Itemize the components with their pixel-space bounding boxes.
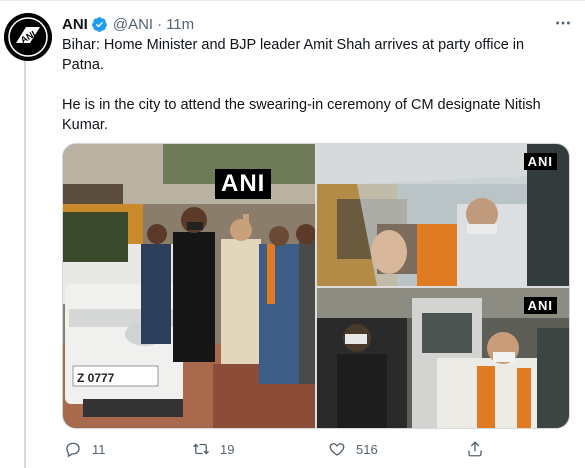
reply-icon (66, 442, 80, 458)
author-name[interactable]: ANI (62, 16, 88, 33)
author-handle[interactable]: @ANI (113, 16, 153, 33)
reply-count: 11 (92, 441, 106, 457)
like-count: 516 (356, 441, 378, 457)
reply-button[interactable]: 11 (64, 440, 106, 458)
tweet-text-line-1: Bihar: Home Minister and BJP leader Amit… (62, 37, 525, 73)
ani-logo-icon: ANI (4, 13, 52, 61)
more-options-button[interactable] (553, 13, 573, 33)
media-photo-3[interactable]: ANI (317, 288, 569, 428)
timestamp[interactable]: 11m (166, 16, 194, 33)
tweet-text-line-2: He is in the city to attend the swearing… (62, 97, 541, 133)
separator-dot: · (157, 15, 163, 33)
tweet-header: ANI @ANI · 11m (62, 14, 194, 34)
retweet-icon (193, 443, 209, 455)
tweet-card[interactable]: ANI ANI @ANI · 11m Bihar: Home Minister … (0, 0, 585, 468)
media-photo-2[interactable]: ANI (317, 144, 569, 286)
like-button[interactable]: 516 (328, 440, 378, 458)
avatar[interactable]: ANI (4, 13, 52, 61)
photo-arrival-scene: Z 0777 (63, 144, 315, 428)
retweet-count: 19 (220, 441, 235, 457)
tweet-actions: 11 19 516 (62, 439, 532, 459)
plate-text: Z 0777 (77, 371, 115, 385)
verified-badge-icon (91, 16, 107, 32)
share-icon (468, 441, 482, 457)
thread-line (24, 53, 26, 468)
watermark-ani: ANI (523, 153, 557, 170)
tweet-text: Bihar: Home Minister and BJP leader Amit… (62, 35, 562, 135)
like-icon (329, 443, 345, 456)
retweet-button[interactable]: 19 (192, 440, 234, 458)
more-options-icon (556, 21, 570, 25)
media-grid: Z 0777 ANI ANI ANI (62, 143, 570, 429)
share-button[interactable] (466, 440, 494, 458)
watermark-ani: ANI (523, 297, 557, 314)
media-photo-1[interactable]: Z 0777 ANI (63, 144, 315, 428)
watermark-ani: ANI (215, 169, 272, 199)
